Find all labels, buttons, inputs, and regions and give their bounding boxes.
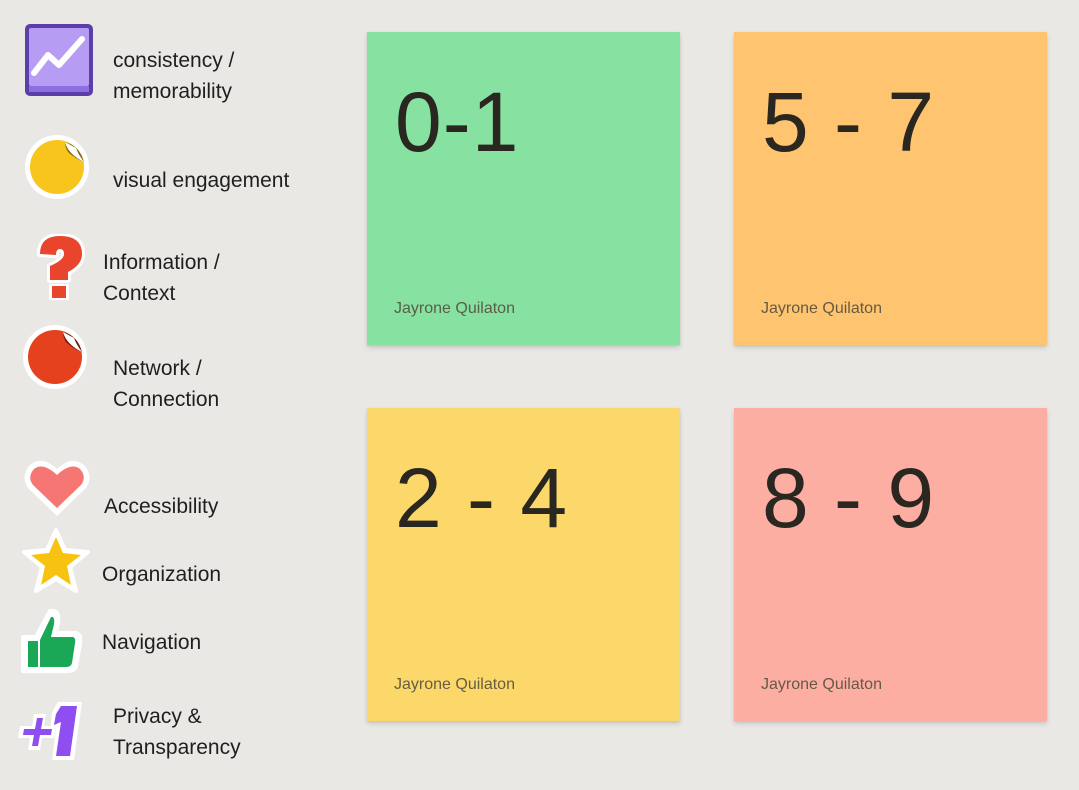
yellow-dot-sticker-icon[interactable]: [24, 134, 90, 200]
note-score: 5 - 7: [762, 75, 936, 169]
legend-label-visual-engagement: visual engagement: [113, 169, 290, 192]
trending-chart-icon[interactable]: [24, 23, 94, 97]
note-score: 0-1: [395, 75, 520, 169]
note-author: Jayrone Quilaton: [761, 676, 882, 693]
note-score: 2 - 4: [395, 451, 569, 545]
thumbs-up-icon[interactable]: [20, 607, 83, 673]
sticky-note-0-1[interactable]: 0-1 Jayrone Quilaton: [367, 32, 680, 345]
note-author: Jayrone Quilaton: [761, 300, 882, 317]
note-score: 8 - 9: [762, 451, 936, 545]
legend-label-consistency: consistency / memorability: [113, 49, 235, 103]
legend-label-organization: Organization: [102, 563, 222, 586]
legend-label-navigation: Navigation: [102, 631, 202, 654]
legend-label-privacy: Privacy & Transparency: [113, 705, 241, 759]
question-mark-icon[interactable]: [32, 233, 88, 302]
note-author: Jayrone Quilaton: [394, 676, 515, 693]
note-author: Jayrone Quilaton: [394, 300, 515, 317]
red-dot-sticker-icon[interactable]: [22, 324, 88, 390]
heart-icon[interactable]: [22, 456, 92, 520]
legend-label-information: Information / Context: [103, 251, 220, 305]
star-icon[interactable]: [22, 528, 90, 594]
sticky-note-8-9[interactable]: 8 - 9 Jayrone Quilaton: [734, 408, 1047, 721]
plus-one-icon[interactable]: [18, 700, 88, 762]
legend-label-accessibility: Accessibility: [104, 495, 219, 518]
legend-label-network: Network / Connection: [113, 357, 220, 411]
sticky-note-5-7[interactable]: 5 - 7 Jayrone Quilaton: [734, 32, 1047, 345]
sticky-note-2-4[interactable]: 2 - 4 Jayrone Quilaton: [367, 408, 680, 721]
